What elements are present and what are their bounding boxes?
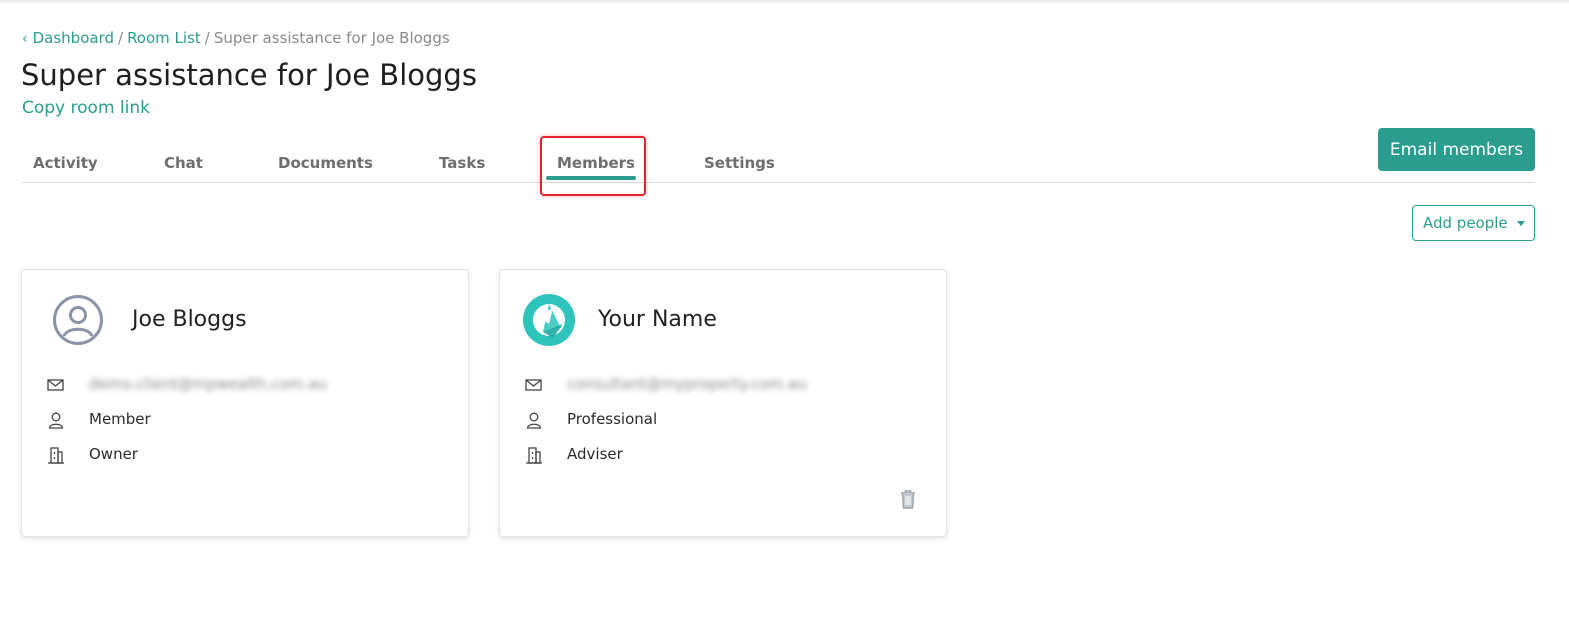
breadcrumb-current: Super assistance for Joe Bloggs <box>213 29 450 47</box>
top-divider <box>0 0 1569 3</box>
tab-bar: Activity Chat Documents Tasks Members Se… <box>22 140 1535 183</box>
caret-down-icon <box>1517 221 1525 226</box>
member-card: Your Name consultant@myproperty.com.au P… <box>499 269 947 537</box>
member-email: consultant@myproperty.com.au <box>567 375 807 393</box>
person-icon <box>526 412 542 429</box>
member-email: demo.client@mpwealth.com.au <box>89 375 327 393</box>
user-circle-icon <box>53 295 103 345</box>
breadcrumb-room-list[interactable]: Room List <box>127 29 201 47</box>
envelope-icon <box>525 379 542 391</box>
breadcrumb-dashboard[interactable]: Dashboard <box>33 29 114 47</box>
envelope-icon <box>47 379 64 391</box>
building-icon <box>48 447 64 464</box>
tab-documents[interactable]: Documents <box>278 154 373 172</box>
member-role: Member <box>89 410 151 428</box>
trash-icon[interactable] <box>898 488 918 510</box>
add-people-dropdown[interactable]: Add people <box>1412 205 1535 241</box>
breadcrumb: ‹ Dashboard / Room List / Super assistance fo… <box>22 29 450 47</box>
chevron-left-icon: ‹ <box>22 31 28 47</box>
tab-settings[interactable]: Settings <box>704 154 775 172</box>
add-people-label: Add people <box>1423 214 1508 232</box>
breadcrumb-separator: / <box>204 29 210 47</box>
member-name: Your Name <box>598 307 717 332</box>
building-icon <box>526 447 542 464</box>
email-members-button[interactable]: Email members <box>1378 128 1535 171</box>
copy-room-link[interactable]: Copy room link <box>22 98 150 118</box>
brand-logo-icon <box>523 294 575 346</box>
tab-chat[interactable]: Chat <box>164 154 203 172</box>
page-title: Super assistance for Joe Bloggs <box>21 58 477 92</box>
member-role: Professional <box>567 410 658 428</box>
member-card: Joe Bloggs demo.client@mpwealth.com.au M… <box>21 269 469 537</box>
members-tab-highlight <box>540 136 646 196</box>
tab-tasks[interactable]: Tasks <box>439 154 485 172</box>
breadcrumb-separator: / <box>118 29 124 47</box>
member-org-role: Owner <box>89 445 138 463</box>
person-icon <box>48 412 64 429</box>
member-org-role: Adviser <box>567 445 623 463</box>
member-name: Joe Bloggs <box>132 307 247 332</box>
tab-activity[interactable]: Activity <box>33 154 98 172</box>
